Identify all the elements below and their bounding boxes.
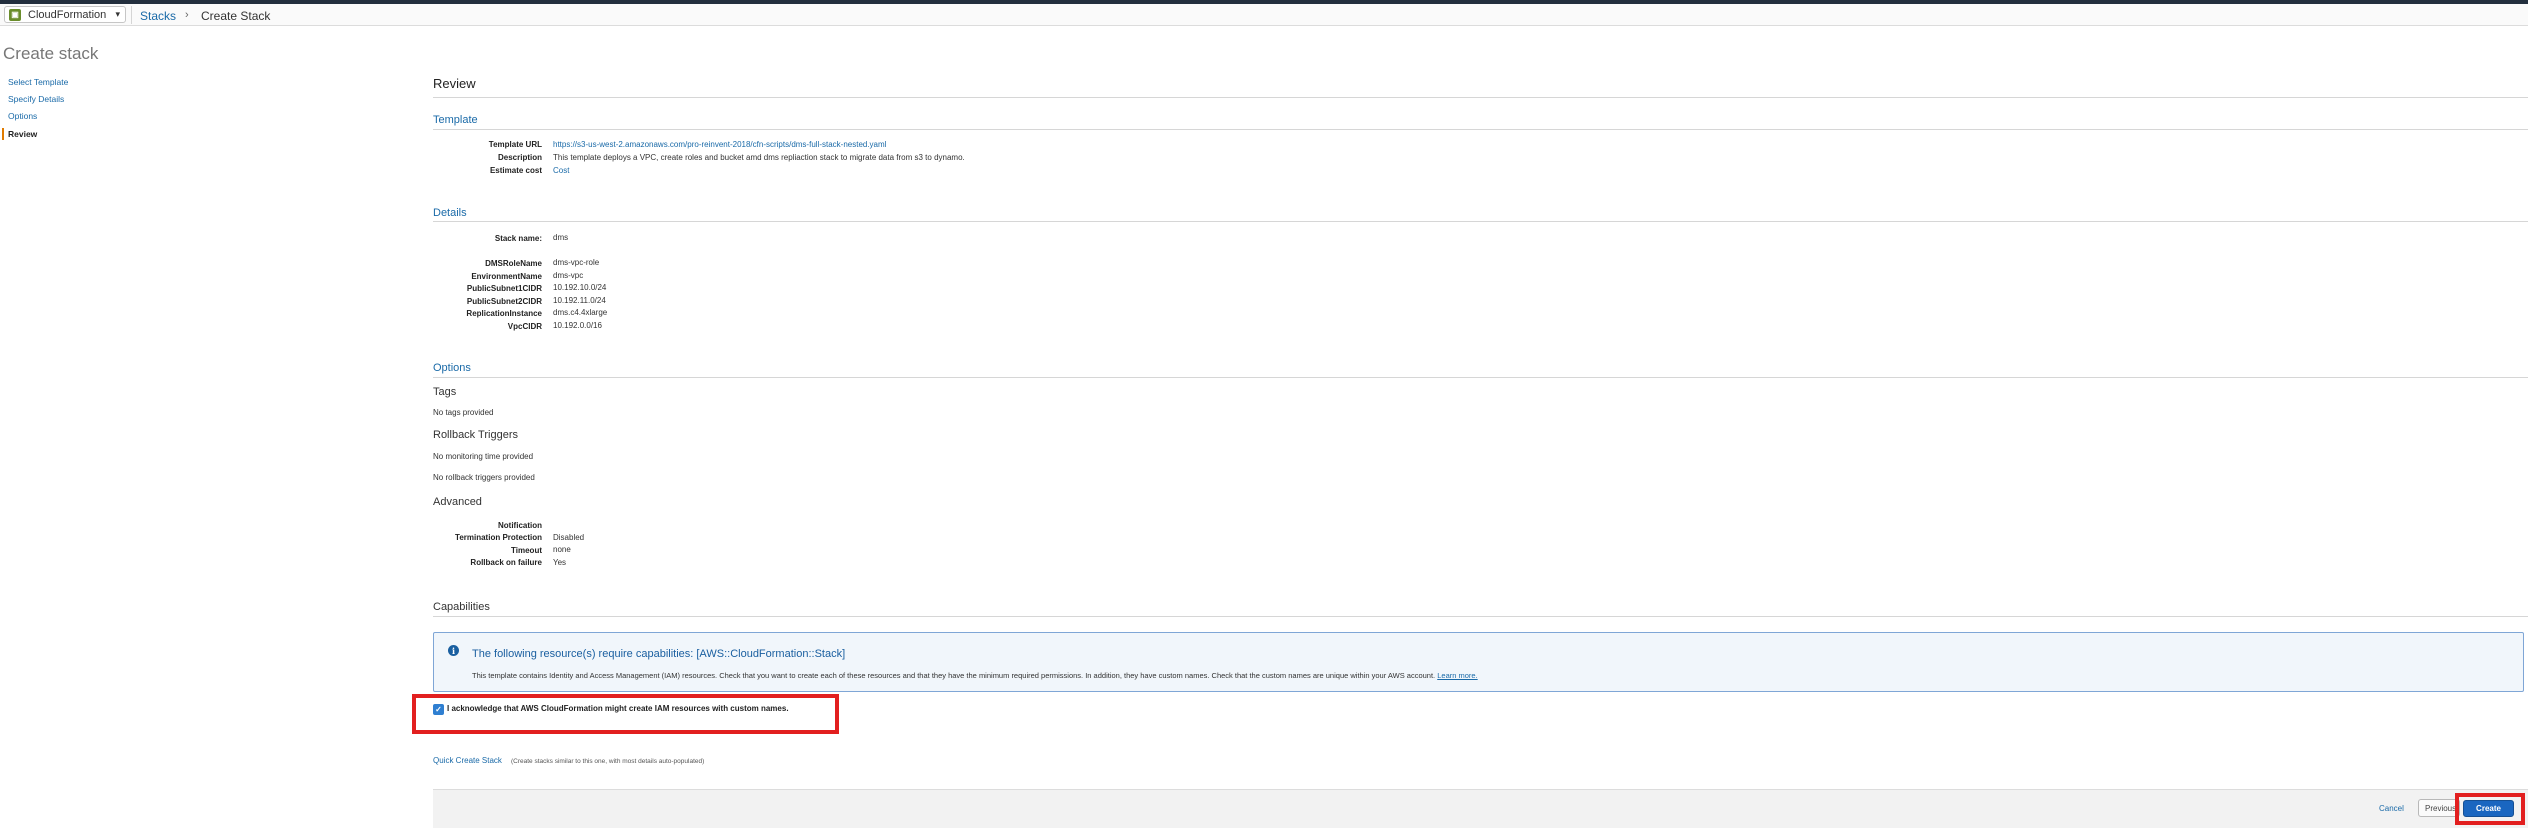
quick-create-stack-link[interactable]: Quick Create Stack [433, 756, 502, 765]
param-value: dms.c4.4xlarge [553, 308, 608, 317]
acknowledge-checkbox[interactable]: ✓ [433, 704, 444, 715]
tags-text: No tags provided [433, 408, 494, 417]
acknowledge-label[interactable]: I acknowledge that AWS CloudFormation mi… [447, 704, 789, 713]
divider [433, 221, 2528, 222]
service-selector-button[interactable]: ▣ CloudFormation ▾ [4, 6, 126, 23]
param-value: dms-vpc [553, 271, 584, 280]
capabilities-description: This template contains Identity and Acce… [472, 671, 1436, 680]
previous-button[interactable]: Previous [2418, 799, 2460, 817]
chevron-right-icon: › [185, 9, 189, 21]
capabilities-title: The following resource(s) require capabi… [472, 648, 846, 660]
template-section-heading: Template [433, 114, 478, 126]
timeout-value: none [553, 545, 571, 554]
notification-label: Notification [498, 521, 542, 530]
timeout-label: Timeout [511, 546, 542, 555]
divider [131, 6, 132, 24]
review-heading: Review [433, 76, 476, 91]
monitoring-time-text: No monitoring time provided [433, 452, 534, 461]
service-label: CloudFormation [28, 8, 107, 21]
cloudformation-icon: ▣ [9, 8, 21, 21]
rollback-triggers-text: No rollback triggers provided [433, 473, 535, 482]
capabilities-info-box: i The following resource(s) require capa… [433, 632, 2524, 692]
param-value: 10.192.11.0/24 [553, 296, 606, 305]
divider [433, 616, 2528, 617]
options-section-heading: Options [433, 362, 471, 374]
create-button[interactable]: Create [2463, 800, 2514, 817]
capabilities-text: This template contains Identity and Acce… [472, 671, 1478, 680]
details-section-heading: Details [433, 207, 467, 219]
param-label: ReplicationInstance [466, 309, 542, 318]
param-label: VpcCIDR [507, 322, 542, 331]
wizard-step-select-template[interactable]: Select Template [8, 77, 68, 87]
param-value: dms-vpc-role [553, 258, 600, 267]
breadcrumb-stacks-link[interactable]: Stacks [140, 9, 176, 23]
wizard-step-specify-details[interactable]: Specify Details [8, 94, 64, 104]
param-label: EnvironmentName [471, 272, 542, 281]
wizard-step-review: Review [8, 129, 38, 139]
termination-protection-label: Termination Protection [455, 533, 542, 542]
learn-more-link[interactable]: Learn more. [1437, 671, 1477, 680]
param-label: DMSRoleName [485, 259, 542, 268]
template-url-label: Template URL [488, 140, 542, 149]
divider [433, 129, 2528, 130]
param-value: 10.192.10.0/24 [553, 283, 607, 292]
rollback-on-failure-value: Yes [553, 558, 567, 567]
description-value: This template deploys a VPC, create role… [553, 153, 965, 162]
param-value: 10.192.0.0/16 [553, 321, 602, 330]
estimate-cost-label: Estimate cost [489, 166, 542, 175]
rollback-triggers-heading: Rollback Triggers [433, 429, 518, 441]
stack-name-label: Stack name: [494, 234, 542, 243]
stack-name-value: dms [553, 233, 569, 242]
chevron-down-icon: ▾ [115, 9, 120, 19]
termination-protection-value: Disabled [553, 533, 585, 542]
rollback-on-failure-label: Rollback on failure [470, 558, 542, 567]
info-icon: i [448, 645, 459, 656]
page-title: Create stack [3, 44, 99, 63]
wizard-step-options[interactable]: Options [8, 111, 37, 121]
param-label: PublicSubnet1CIDR [466, 284, 542, 293]
quick-create-note: (Create stacks similar to this one, with… [511, 758, 705, 765]
divider [433, 97, 2528, 98]
divider [433, 377, 2528, 378]
cancel-button[interactable]: Cancel [2379, 804, 2404, 813]
template-url-link[interactable]: https://s3-us-west-2.amazonaws.com/pro-r… [553, 140, 886, 149]
estimate-cost-link[interactable]: Cost [553, 166, 569, 175]
active-step-indicator [2, 128, 4, 140]
advanced-heading: Advanced [433, 496, 482, 508]
review-panel: Review Template Template URL https://s3-… [412, 0, 2528, 828]
capabilities-heading: Capabilities [433, 601, 490, 613]
description-label: Description [497, 153, 542, 162]
breadcrumb-current: Create Stack [201, 9, 271, 23]
param-label: PublicSubnet2CIDR [466, 297, 542, 306]
wizard-footer [433, 789, 2528, 828]
highlight-box [412, 694, 839, 734]
tags-heading: Tags [433, 386, 457, 398]
